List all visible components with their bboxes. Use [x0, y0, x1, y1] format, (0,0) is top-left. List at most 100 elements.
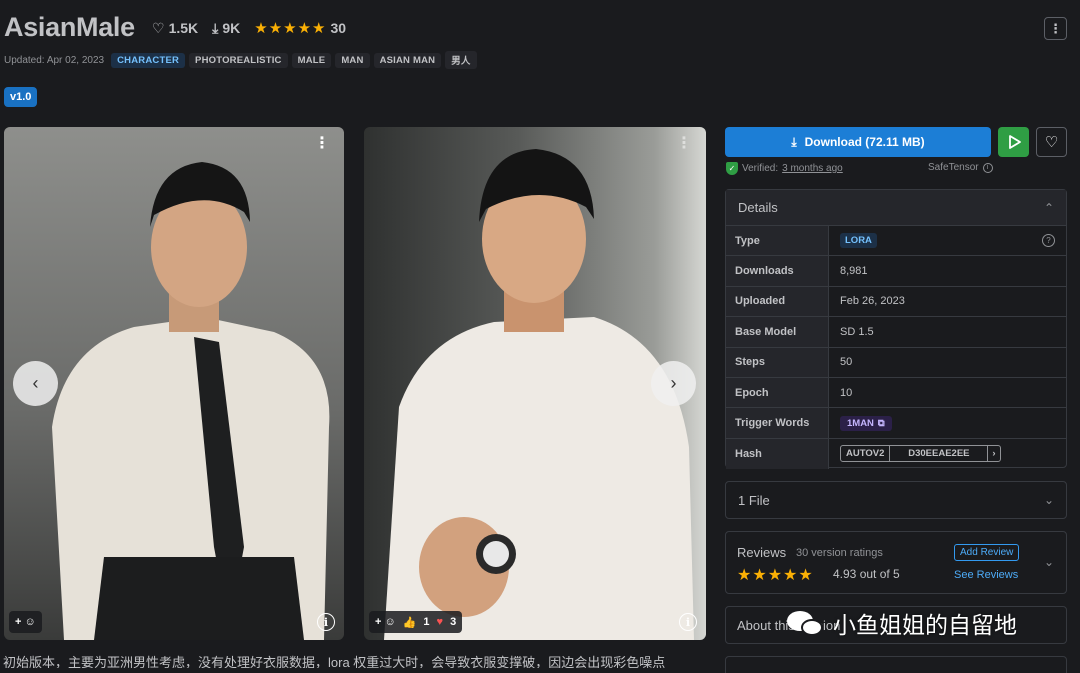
- tag-male[interactable]: MALE: [291, 52, 332, 68]
- detail-key: Type: [726, 226, 829, 256]
- downloads-stat: ⤓ 9K: [212, 20, 240, 37]
- wechat-icon: [787, 609, 825, 637]
- hash-value[interactable]: D30EEAE2EE: [890, 446, 989, 462]
- detail-row-hash: Hash AUTOV2 D30EEAE2EE ›: [726, 438, 1066, 470]
- detail-value: SD 1.5: [840, 325, 874, 338]
- reviews-title: Reviews: [737, 545, 787, 560]
- image-menu-icon[interactable]: ⋮: [676, 136, 692, 152]
- heart-count: 3: [450, 616, 457, 628]
- details-header[interactable]: Details ⌃: [726, 190, 1066, 226]
- detail-key: Base Model: [726, 317, 829, 347]
- detail-key: Hash: [726, 438, 829, 470]
- detail-key: Steps: [726, 347, 829, 377]
- files-panel[interactable]: 1 File ⌄: [725, 481, 1067, 519]
- gallery-image-1[interactable]: ⋮ ‹ + ☺ i: [4, 127, 344, 640]
- copy-icon: ⧉: [877, 417, 885, 429]
- heart-outline-icon: ♡: [1044, 134, 1059, 151]
- reviews-panel: Reviews 30 version ratings ★★★★★ 4.93 ou…: [725, 531, 1067, 594]
- download-icon: ⤓: [791, 134, 797, 149]
- detail-row-steps: Steps 50: [726, 347, 1066, 378]
- reaction-bar[interactable]: + ☺: [9, 611, 42, 633]
- add-review-button[interactable]: Add Review: [954, 544, 1020, 561]
- wechat-watermark: 小鱼姐姐的自留地: [787, 606, 1017, 640]
- tag-man[interactable]: MAN: [335, 52, 370, 68]
- chevron-down-icon: ⌄: [1043, 493, 1054, 507]
- chevron-down-icon[interactable]: ⌄: [1044, 555, 1054, 569]
- next-image-button[interactable]: ›: [651, 361, 696, 406]
- downloads-count: 9K: [222, 20, 241, 36]
- model-description: 初始版本，主要为亚洲男性考虑，没有处理好衣服数据，lora 权重过大时，会导致衣…: [3, 655, 666, 668]
- star-rating-icon: ★★★★★: [254, 20, 327, 37]
- detail-row-type: Type LORA ?: [726, 226, 1066, 257]
- more-options-button[interactable]: ⋮: [1044, 17, 1067, 40]
- chevron-right-icon: ›: [670, 373, 677, 393]
- image-menu-icon[interactable]: ⋮: [314, 136, 330, 152]
- detail-row-epoch: Epoch 10: [726, 377, 1066, 409]
- play-icon: [1008, 135, 1021, 149]
- download-button[interactable]: ⤓ Download (72.11 MB): [725, 127, 991, 157]
- tag-nanren[interactable]: 男人: [445, 51, 477, 69]
- detail-value: 10: [840, 386, 853, 399]
- detail-key: Epoch: [726, 377, 829, 408]
- download-icon: ⤓: [212, 19, 219, 36]
- trigger-word-text: 1MAN: [847, 417, 874, 429]
- detail-value: Feb 26, 2023: [840, 295, 905, 308]
- favorite-button[interactable]: ♡: [1036, 127, 1067, 157]
- verified-prefix: Verified:: [742, 163, 779, 174]
- add-reaction-icon[interactable]: + ☺: [375, 616, 396, 628]
- verified-date-link[interactable]: 3 months ago: [782, 163, 843, 174]
- tag-photorealistic[interactable]: PHOTOREALISTIC: [189, 52, 288, 68]
- details-panel: Details ⌃ Type LORA ? Downloads 8,981 Up…: [725, 189, 1067, 470]
- hash-selector[interactable]: AUTOV2 D30EEAE2EE ›: [840, 445, 1001, 463]
- verified-status: ✓ Verified: 3 months ago: [726, 162, 843, 175]
- rating-stat[interactable]: ★★★★★ 30: [254, 19, 346, 37]
- info-icon[interactable]: i: [982, 162, 993, 173]
- star-rating-icon: ★★★★★: [737, 567, 814, 584]
- likes-stat[interactable]: ♡ 1.5K: [152, 20, 198, 37]
- shield-check-icon: ✓: [726, 162, 738, 175]
- model-meta: Updated: Apr 02, 2023 CHARACTER PHOTOREA…: [4, 51, 477, 69]
- gallery-image-2[interactable]: ⋮ › + ☺ 👍 1 ♥ 3 i: [364, 127, 706, 640]
- details-heading: Details: [738, 200, 778, 215]
- reaction-bar[interactable]: + ☺ 👍 1 ♥ 3: [369, 611, 463, 633]
- files-label: 1 File: [738, 492, 770, 508]
- detail-row-base-model: Base Model SD 1.5: [726, 317, 1066, 348]
- watermark-text: 小鱼姐姐的自留地: [833, 612, 1017, 638]
- detail-row-trigger-words: Trigger Words 1MAN ⧉: [726, 408, 1066, 439]
- detail-value: 8,981: [840, 265, 868, 278]
- updated-date: Updated: Apr 02, 2023: [4, 54, 105, 66]
- red-heart-icon[interactable]: ♥: [437, 616, 444, 628]
- hash-type[interactable]: AUTOV2: [841, 446, 891, 462]
- image-info-icon[interactable]: i: [317, 613, 335, 631]
- likes-count: 1.5K: [168, 20, 199, 36]
- chevron-right-icon[interactable]: ›: [988, 446, 999, 461]
- chevron-left-icon: ‹: [32, 373, 39, 393]
- add-reaction-icon[interactable]: + ☺: [15, 616, 36, 628]
- download-label: Download (72.11 MB): [804, 135, 925, 149]
- tag-character[interactable]: CHARACTER: [111, 52, 186, 68]
- type-badge: LORA: [840, 233, 877, 249]
- safetensor-label: SafeTensor i: [928, 162, 993, 173]
- thumbs-up-icon[interactable]: 👍: [403, 616, 417, 629]
- like-count: 1: [423, 616, 430, 628]
- help-icon[interactable]: ?: [1042, 234, 1055, 248]
- model-title: AsianMale: [4, 12, 135, 42]
- vertical-dots-icon: ⋮: [1049, 20, 1062, 36]
- tag-asian-man[interactable]: ASIAN MAN: [373, 52, 442, 68]
- see-reviews-link[interactable]: See Reviews: [954, 569, 1018, 581]
- version-tab[interactable]: v1.0: [4, 87, 38, 107]
- image-info-icon[interactable]: i: [679, 613, 697, 631]
- heart-outline-icon: ♡: [152, 19, 165, 36]
- detail-key: Uploaded: [726, 286, 829, 317]
- detail-row-downloads: Downloads 8,981: [726, 256, 1066, 287]
- trigger-word-badge[interactable]: 1MAN ⧉: [840, 415, 892, 431]
- model-stats: ♡ 1.5K ⤓ 9K ★★★★★ 30: [152, 19, 346, 38]
- chevron-up-icon: ⌃: [1043, 200, 1054, 215]
- rating-count: 30: [330, 20, 347, 36]
- safetensor-text: SafeTensor: [928, 162, 979, 173]
- detail-row-uploaded: Uploaded Feb 26, 2023: [726, 286, 1066, 318]
- run-button[interactable]: [998, 127, 1029, 157]
- reviews-count: 30 version ratings: [796, 547, 883, 559]
- previous-image-button[interactable]: ‹: [13, 361, 58, 406]
- collapsed-panel[interactable]: [725, 656, 1067, 673]
